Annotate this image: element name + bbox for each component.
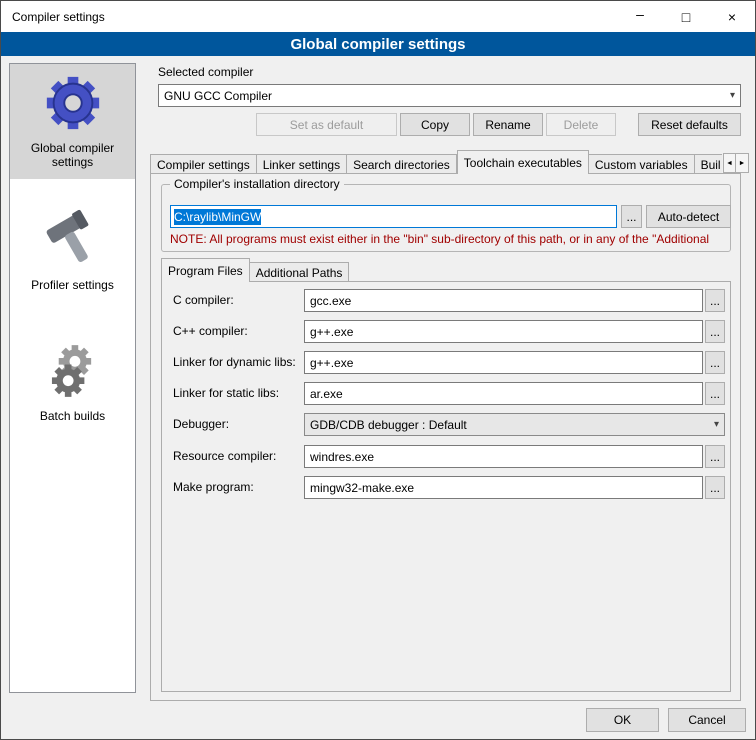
debugger-select[interactable]: GDB/CDB debugger : Default ▾ — [304, 413, 725, 436]
c-compiler-row: C compiler: ... — [161, 289, 731, 312]
c-compiler-browse-button[interactable]: ... — [705, 289, 725, 312]
sidebar-item-label: Global compiler settings — [13, 141, 132, 169]
chevron-down-icon: ▾ — [714, 419, 719, 430]
sidebar-item-label: Profiler settings — [31, 278, 114, 292]
sidebar-item-batch-builds[interactable]: Batch builds — [10, 332, 135, 433]
rename-button[interactable]: Rename — [473, 113, 543, 136]
debugger-label: Debugger: — [173, 417, 229, 431]
profiler-tool-icon — [42, 209, 104, 271]
cancel-button[interactable]: Cancel — [668, 708, 746, 732]
linker-dynamic-label: Linker for dynamic libs: — [173, 355, 296, 369]
c-compiler-label: C compiler: — [173, 293, 234, 307]
resource-compiler-browse-button[interactable]: ... — [705, 445, 725, 468]
install-dir-note: NOTE: All programs must exist either in … — [170, 232, 733, 246]
resource-compiler-label: Resource compiler: — [173, 449, 276, 463]
cpp-compiler-input[interactable] — [304, 320, 703, 343]
compiler-select-value: GNU GCC Compiler — [164, 89, 272, 103]
batch-builds-gears-icon — [42, 340, 104, 402]
c-compiler-input[interactable] — [304, 289, 703, 312]
global-compiler-gear-icon — [42, 72, 104, 134]
resource-compiler-input[interactable] — [304, 445, 703, 468]
dialog-header: Global compiler settings — [1, 32, 755, 56]
compiler-select[interactable]: GNU GCC Compiler ▾ — [158, 84, 741, 107]
selected-compiler-label: Selected compiler — [158, 65, 253, 79]
install-dir-browse-button[interactable]: ... — [621, 205, 642, 228]
linker-dynamic-row: Linker for dynamic libs: ... — [161, 351, 731, 374]
titlebar: Compiler settings – □ × — [1, 1, 755, 32]
minimize-icon: – — [636, 6, 644, 22]
cpp-compiler-browse-button[interactable]: ... — [705, 320, 725, 343]
caption-buttons: – □ × — [617, 1, 755, 32]
make-program-input[interactable] — [304, 476, 703, 499]
linker-dynamic-input[interactable] — [304, 351, 703, 374]
make-program-browse-button[interactable]: ... — [705, 476, 725, 499]
delete-button[interactable]: Delete — [546, 113, 616, 136]
tab-search-directories[interactable]: Search directories — [347, 154, 457, 174]
sidebar-item-label: Batch builds — [40, 409, 105, 423]
ok-button[interactable]: OK — [586, 708, 659, 732]
compiler-settings-dialog: Compiler settings – □ × Global compiler … — [0, 0, 756, 740]
compiler-settings-tabs: Compiler settings Linker settings Search… — [150, 150, 722, 174]
install-dir-selected-text: C:\raylib\MinGW — [174, 209, 261, 225]
linker-static-label: Linker for static libs: — [173, 386, 279, 400]
linker-static-row: Linker for static libs: ... — [161, 382, 731, 405]
auto-detect-button[interactable]: Auto-detect — [646, 205, 731, 228]
sidebar-item-profiler-settings[interactable]: Profiler settings — [10, 201, 135, 302]
resource-compiler-row: Resource compiler: ... — [161, 445, 731, 468]
make-program-label: Make program: — [173, 480, 254, 494]
close-icon: × — [728, 9, 736, 25]
close-button[interactable]: × — [709, 1, 755, 32]
window-title: Compiler settings — [1, 10, 617, 24]
install-dir-group-title: Compiler's installation directory — [170, 177, 344, 191]
install-dir-input[interactable]: C:\raylib\MinGW — [170, 205, 617, 228]
chevron-down-icon: ▾ — [730, 90, 735, 101]
tab-linker-settings[interactable]: Linker settings — [257, 154, 347, 174]
cpp-compiler-row: C++ compiler: ... — [161, 320, 731, 343]
debugger-select-value: GDB/CDB debugger : Default — [310, 418, 467, 432]
tab-build-options[interactable]: Buil — [695, 154, 722, 174]
sidebar-item-global-compiler-settings[interactable]: Global compiler settings — [10, 64, 135, 179]
cpp-compiler-label: C++ compiler: — [173, 324, 248, 338]
linker-dynamic-browse-button[interactable]: ... — [705, 351, 725, 374]
tab-program-files[interactable]: Program Files — [161, 258, 250, 282]
reset-defaults-button[interactable]: Reset defaults — [638, 113, 741, 136]
make-program-row: Make program: ... — [161, 476, 731, 499]
settings-sidebar: Global compiler settings Profiler settin… — [9, 63, 136, 693]
tab-scroll-left-icon[interactable]: ◄ — [723, 153, 736, 173]
set-as-default-button[interactable]: Set as default — [256, 113, 397, 136]
program-tabs: Program Files Additional Paths — [161, 258, 349, 282]
linker-static-input[interactable] — [304, 382, 703, 405]
minimize-button[interactable]: – — [617, 1, 663, 32]
tab-custom-variables[interactable]: Custom variables — [589, 154, 695, 174]
linker-static-browse-button[interactable]: ... — [705, 382, 725, 405]
tab-scroll-right-icon[interactable]: ► — [736, 153, 749, 173]
debugger-row: Debugger: GDB/CDB debugger : Default ▾ — [161, 413, 731, 436]
tab-scroll-buttons: ◄ ► — [723, 153, 749, 173]
copy-button[interactable]: Copy — [400, 113, 470, 136]
tab-compiler-settings[interactable]: Compiler settings — [150, 154, 257, 174]
maximize-button[interactable]: □ — [663, 1, 709, 32]
maximize-icon: □ — [682, 9, 690, 25]
tab-additional-paths[interactable]: Additional Paths — [250, 262, 350, 282]
tab-toolchain-executables[interactable]: Toolchain executables — [457, 150, 589, 174]
